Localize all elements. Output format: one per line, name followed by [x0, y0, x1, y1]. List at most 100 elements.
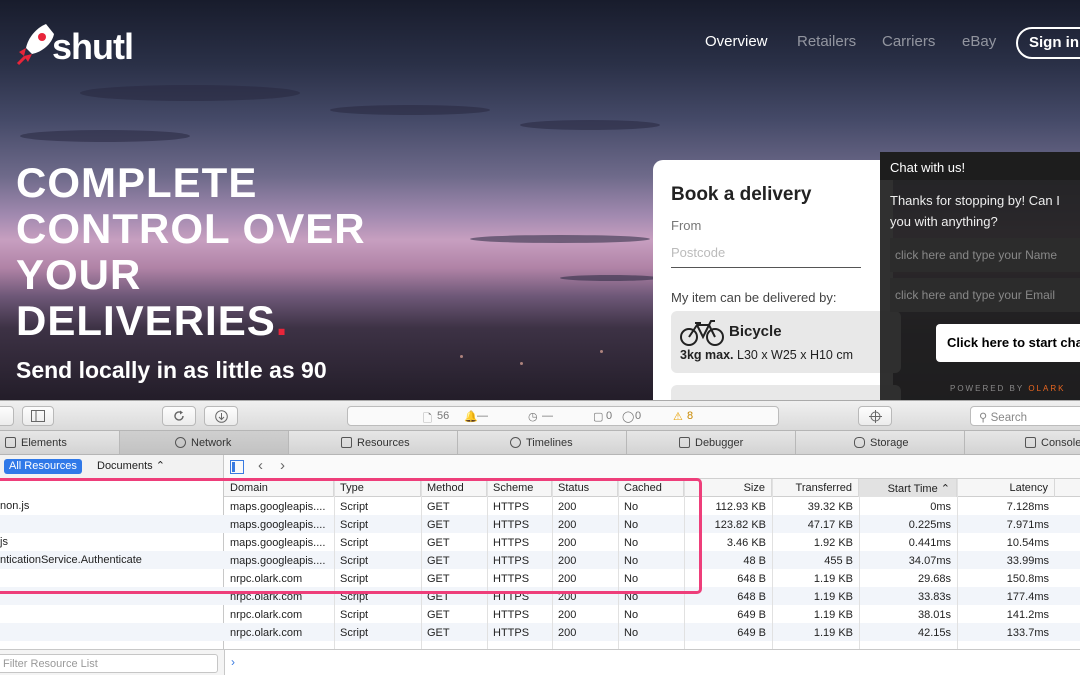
tab-network[interactable]: Network: [120, 431, 289, 454]
documents-filter[interactable]: Documents ⌃: [97, 459, 165, 472]
item-delivery-label: My item can be delivered by:: [671, 290, 837, 305]
column-divider[interactable]: [859, 479, 860, 649]
timelines-icon: [510, 437, 521, 448]
all-resources-filter[interactable]: All Resources: [4, 459, 82, 474]
col-latency-cell: 150.8ms: [1006, 573, 1049, 585]
tab-storage[interactable]: Storage: [796, 431, 965, 454]
vehicle-option-bicycle[interactable]: Bicycle 3kg max. L30 x W25 x H10 cm: [671, 311, 901, 373]
col-transferred-header[interactable]: Transferred: [772, 479, 859, 497]
tab-label: Resources: [357, 437, 410, 449]
start-chat-button[interactable]: Click here to start cha: [936, 324, 1080, 362]
console-prompt[interactable]: ›: [224, 650, 1080, 675]
forward-arrow-icon[interactable]: ›: [280, 457, 285, 474]
filter-resource-list-input[interactable]: Filter Resource List: [0, 654, 218, 673]
vehicle-option-motorbike[interactable]: [671, 385, 901, 400]
dom-time: —: [542, 410, 553, 422]
powered-by-text: POWERED BY: [950, 384, 1029, 393]
tab-label: Console: [1041, 437, 1080, 449]
sign-in-button[interactable]: Sign in: [1016, 27, 1080, 59]
back-arrow-icon[interactable]: ‹: [258, 457, 263, 474]
table-row[interactable]: nrpc.olark.com Script GET HTTPS 200 No 649 B 1.…: [224, 605, 1080, 623]
dock-icon: [31, 410, 45, 422]
col-transferred-cell: 1.19 KB: [813, 627, 853, 639]
cloud-decoration: [80, 85, 300, 101]
tab-debugger[interactable]: Debugger: [627, 431, 796, 454]
search-icon: ⚲: [979, 412, 991, 424]
col-cached-cell: No: [624, 627, 639, 639]
cloud-decoration: [520, 120, 660, 130]
navigation-bar: ‹ ›: [224, 455, 1080, 479]
dock-toggle-button[interactable]: [22, 406, 54, 426]
tab-timelines[interactable]: Timelines: [458, 431, 627, 454]
download-button[interactable]: [204, 406, 238, 426]
download-icon: [214, 410, 228, 423]
load-time: —: [477, 410, 488, 422]
postcode-input[interactable]: Postcode: [671, 245, 861, 268]
col-start-time-header[interactable]: Start Time ⌃: [859, 479, 957, 497]
col-start-time-cell: 34.07ms: [908, 555, 951, 567]
inspect-element-button[interactable]: [858, 406, 892, 426]
elements-icon: [5, 437, 16, 448]
chat-message: Thanks for stopping by! Can I you with a…: [890, 193, 1060, 229]
chat-name-input[interactable]: click here and type your Name: [890, 238, 1080, 272]
col-transferred-cell: 455 B: [824, 555, 853, 567]
tab-elements[interactable]: Elements: [0, 431, 120, 454]
message-icon: ▢: [593, 411, 604, 423]
sort-ascending-icon: ⌃: [937, 483, 950, 495]
headline-line: CONTROL OVER: [16, 205, 366, 252]
inspector-search-input[interactable]: ⚲ Search: [970, 406, 1080, 426]
column-divider[interactable]: [772, 479, 773, 649]
col-latency-cell: 7.128ms: [1006, 501, 1049, 513]
booking-title: Book a delivery: [671, 184, 812, 205]
col-type-cell: Script: [340, 609, 369, 621]
col-start-time-cell: 29.68s: [917, 573, 951, 585]
col-latency-cell: 7.971ms: [1006, 519, 1049, 531]
col-domain-cell: nrpc.olark.com: [230, 609, 303, 621]
inspector-toolbar: 🗋 56 🔔 — ◷ — ▢ 0 ◯ 0 ⚠ 8 ⚲ Search: [0, 401, 1080, 431]
storage-icon: [854, 437, 865, 448]
chevron-updown-icon: ⌃: [155, 460, 165, 472]
chat-email-input[interactable]: click here and type your Email: [890, 278, 1080, 312]
warning-icon: ⚠: [673, 411, 683, 423]
main-nav: Overview Retailers Carriers eBay: [0, 33, 1080, 55]
col-type-cell: Script: [340, 627, 369, 639]
bell-icon: 🔔: [464, 411, 478, 423]
nav-retailers[interactable]: Retailers: [797, 33, 856, 50]
cloud-decoration: [470, 235, 650, 243]
olark-brand: OLARK: [1028, 384, 1066, 393]
log-count: 0: [606, 410, 613, 422]
column-divider[interactable]: [957, 479, 958, 649]
col-domain-cell: nrpc.olark.com: [230, 627, 303, 639]
col-start-time-cell: 33.83s: [917, 591, 951, 603]
tab-resources[interactable]: Resources: [289, 431, 458, 454]
reload-button[interactable]: [162, 406, 196, 426]
col-latency-cell: 10.54ms: [1006, 537, 1049, 549]
col-latency-cell: 177.4ms: [1006, 591, 1049, 603]
col-latency-cell: 33.99ms: [1006, 555, 1049, 567]
resource-count: 56: [437, 410, 450, 422]
col-latency-header[interactable]: Latency: [957, 479, 1055, 497]
headline-line: COMPLETE: [16, 159, 258, 206]
cloud-decoration: [560, 275, 660, 281]
col-status-cell: 200: [558, 609, 577, 621]
highlight-annotation: [0, 478, 702, 594]
col-start-time-cell: 42.15s: [917, 627, 951, 639]
list-item[interactable]: [0, 605, 224, 623]
col-transferred-cell: 1.19 KB: [813, 591, 853, 603]
chat-header[interactable]: Chat with us!: [880, 152, 1080, 180]
tab-label: Debugger: [695, 437, 744, 449]
list-item[interactable]: [0, 623, 224, 641]
table-row[interactable]: nrpc.olark.com Script GET HTTPS 200 No 649 B 1.…: [224, 623, 1080, 641]
vehicle-spec: 3kg max. L30 x W25 x H10 cm: [680, 348, 853, 362]
nav-carriers[interactable]: Carriers: [882, 33, 935, 50]
activity-viewer[interactable]: 🗋 56 🔔 — ◷ — ▢ 0 ◯ 0 ⚠ 8: [347, 406, 779, 426]
tab-console[interactable]: Console: [965, 431, 1080, 454]
nav-ebay[interactable]: eBay: [962, 33, 996, 50]
headline-line: DELIVERIES.: [16, 298, 436, 344]
close-inspector-button[interactable]: [0, 406, 14, 426]
nav-overview[interactable]: Overview: [705, 33, 768, 50]
headline-line: YOUR: [16, 251, 142, 298]
col-scheme-cell: HTTPS: [493, 609, 530, 621]
sidebar-toggle-icon[interactable]: [230, 460, 244, 474]
from-label: From: [671, 218, 702, 233]
